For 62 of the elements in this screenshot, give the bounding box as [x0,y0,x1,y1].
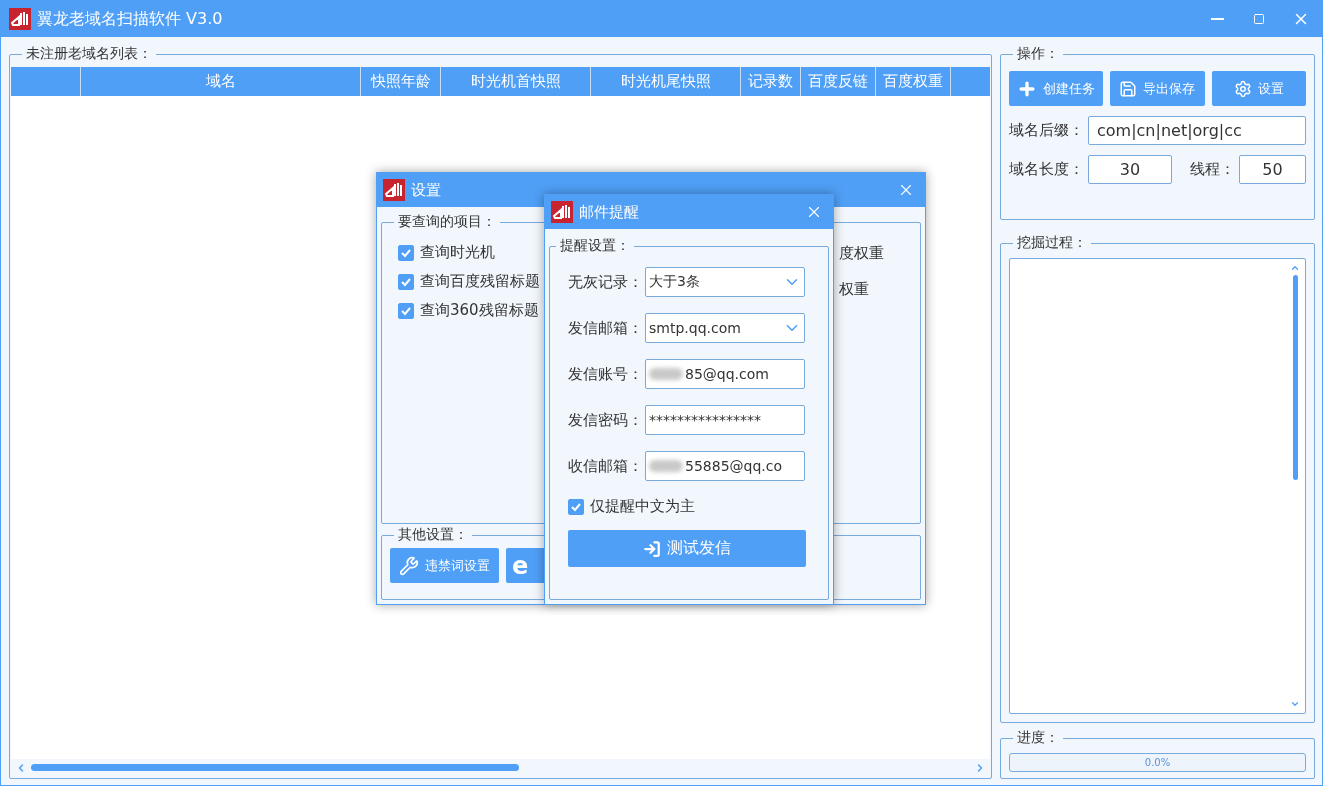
column-header[interactable]: 百度权重 [876,67,951,96]
checkbox[interactable] [398,244,414,261]
chevron-down-icon[interactable] [1290,699,1300,709]
checkbox-label: 度权重 [839,243,885,264]
test-send-button[interactable]: 测试发信 [568,530,806,567]
column-header[interactable]: 百度反链 [801,67,876,96]
input-field[interactable]: **************** [645,405,805,435]
chevron-up-icon[interactable] [1290,263,1300,273]
length-field[interactable]: 30 [1088,155,1172,184]
group-title: 要查询的项目： [397,213,497,231]
column-header[interactable]: 时光机尾快照 [591,67,741,96]
checkbox[interactable] [568,498,584,515]
toolbar-button[interactable]: 设置 [1211,71,1306,106]
checkbox-label: 仅提醒中文为主 [590,497,695,516]
logo-icon [551,201,573,223]
checkbox[interactable] [398,273,414,290]
field-label: 无灰记录： [568,272,643,292]
group-title: 其他设置： [397,526,469,544]
dropdown[interactable]: smtp.qq.com [645,313,805,343]
column-header[interactable]: 时光机首快照 [441,67,591,96]
field-label: 域名长度： [1009,160,1084,179]
logo-icon [9,8,31,30]
horizontal-scrollbar[interactable] [11,759,990,777]
checkbox-label: 查询百度残留标题 [420,272,540,291]
maximize-icon [1253,13,1265,25]
vertical-scrollbar[interactable] [1290,263,1300,709]
field-label: 发信邮箱： [568,318,643,338]
group-title: 提醒设置： [559,237,631,255]
field-label: 收信邮箱： [568,456,643,476]
checkbox[interactable] [398,302,414,319]
checkbox-label: 权重 [839,279,870,300]
settings-icon [1233,79,1252,98]
dialog-title: 邮件提醒 [579,202,640,222]
dropdown[interactable]: 大于3条 [645,267,805,297]
progress-reading: 0.0% [1144,757,1171,768]
save-icon [1119,79,1138,98]
column-header[interactable]: 记录数 [741,67,801,96]
sign-in-icon [643,539,661,558]
wrench-icon [399,555,419,576]
window-title: 翼龙老域名扫描软件 V3.0 [37,8,224,30]
toolbar-button[interactable]: 导出保存 [1110,71,1205,106]
input-field[interactable]: 55885@qq.co [645,451,805,481]
field-label: 域名后缀： [1009,121,1084,140]
checkbox-label: 查询360残留标题 [420,301,539,320]
dialog-title: 设置 [411,180,442,200]
column-header[interactable]: 域名 [81,67,361,96]
toolbar-button[interactable]: 创建任务 [1009,71,1104,106]
threads-field[interactable]: 50 [1239,155,1306,184]
field-label: 发信密码： [568,410,643,430]
suffix-field[interactable]: com|cn|net|org|cc [1088,116,1306,145]
logo-icon [383,179,405,201]
minimize-icon [1210,18,1224,20]
panel-title: 未注册老域名列表： [25,45,153,63]
checkbox-label: 查询时光机 [420,243,495,262]
panel-title: 进度： [1016,729,1060,747]
panel-title: 挖掘过程： [1016,234,1088,252]
field-label: 发信账号： [568,364,643,384]
column-header[interactable]: 快照年龄 [361,67,441,96]
field-label: 线程： [1190,160,1235,179]
input-field[interactable]: 85@qq.com [645,359,805,389]
banned-words-button[interactable]: 违禁词设置 [390,548,499,583]
panel-title: 操作： [1016,45,1060,63]
